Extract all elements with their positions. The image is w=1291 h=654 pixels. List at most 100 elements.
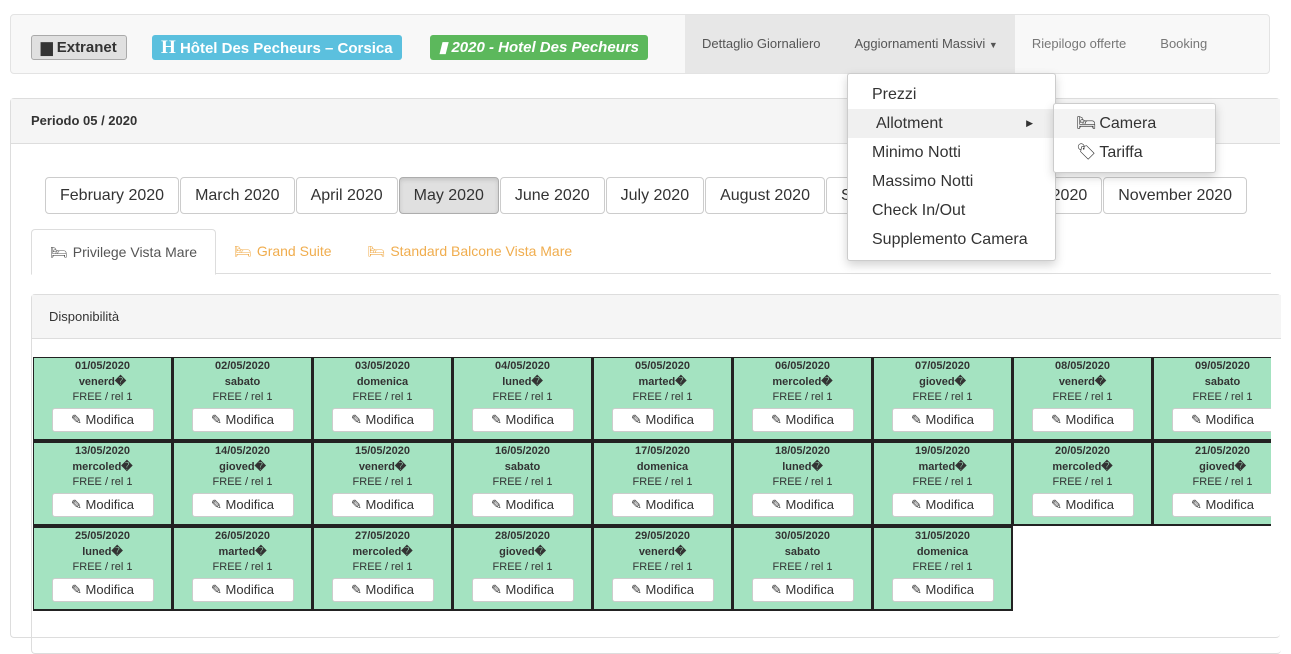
submenu-item-tariffa[interactable]: 🏷 Tariffa	[1054, 138, 1215, 167]
modifica-label: Modifica	[925, 581, 974, 597]
pencil-icon: ✎	[771, 411, 786, 427]
modifica-button[interactable]: ✎ Modifica	[751, 492, 854, 517]
modifica-button[interactable]: ✎ Modifica	[1031, 407, 1134, 432]
modifica-button[interactable]: ✎ Modifica	[331, 577, 434, 602]
day-status: FREE / rel 1	[1192, 476, 1253, 488]
month-button[interactable]: June 2020	[499, 177, 605, 214]
modifica-button[interactable]: ✎ Modifica	[1031, 492, 1134, 517]
pencil-icon: ✎	[911, 496, 926, 512]
nav-riepilogo-offerte[interactable]: Riepilogo offerte	[1015, 15, 1143, 73]
modifica-label: Modifica	[85, 581, 134, 597]
day-status: FREE / rel 1	[352, 561, 413, 573]
day-cell: 25/05/2020 luned� FREE / rel 1 ✎ Modifica	[33, 526, 173, 611]
day-cell: 21/05/2020 gioved� FREE / rel 1 ✎ Modifica	[1152, 441, 1271, 526]
day-name: gioved�	[1199, 460, 1246, 473]
day-status: FREE / rel 1	[492, 476, 553, 488]
pencil-icon: ✎	[771, 496, 786, 512]
menu-item-minimo-notti[interactable]: Minimo Notti	[848, 138, 1055, 167]
modifica-label: Modifica	[225, 581, 274, 597]
aggiornamenti-dropdown: Prezzi Allotment ▶ Minimo Notti Massimo N…	[847, 73, 1056, 261]
day-cell: 17/05/2020 domenica FREE / rel 1 ✎ Modifica	[592, 441, 733, 526]
modifica-button[interactable]: ✎ Modifica	[891, 577, 994, 602]
menu-item-allotment[interactable]: Allotment ▶	[848, 109, 1055, 138]
day-cell: 02/05/2020 sabato FREE / rel 1 ✎ Modifica	[172, 357, 313, 441]
modifica-button[interactable]: ✎ Modifica	[751, 407, 854, 432]
month-button[interactable]: November 2020	[1103, 177, 1248, 214]
modifica-button[interactable]: ✎ Modifica	[611, 407, 714, 432]
bookmark-icon: ▮	[439, 39, 448, 56]
pencil-icon: ✎	[351, 496, 366, 512]
day-date: 01/05/2020	[74, 360, 131, 372]
modifica-button[interactable]: ✎ Modifica	[1171, 407, 1271, 432]
modifica-button[interactable]: ✎ Modifica	[611, 492, 714, 517]
room-tab[interactable]: 🛏 Privilege Vista Mare	[31, 229, 217, 275]
modifica-button[interactable]: ✎ Modifica	[611, 577, 714, 602]
nav-dettaglio-giornaliero[interactable]: Dettaglio Giornaliero	[685, 15, 838, 73]
room-tab[interactable]: 🛏 Standard Balcone Vista Mare	[350, 229, 591, 273]
modifica-button[interactable]: ✎ Modifica	[1171, 492, 1271, 517]
submenu-item-camera[interactable]: 🛏 Camera	[1054, 109, 1215, 138]
day-date: 21/05/2020	[1194, 445, 1251, 457]
monitor-icon: ▆	[41, 39, 53, 56]
month-button[interactable]: May 2020	[398, 177, 499, 214]
modifica-button[interactable]: ✎ Modifica	[471, 492, 574, 517]
day-date: 02/05/2020	[214, 360, 271, 372]
pencil-icon: ✎	[1051, 411, 1066, 427]
day-status: FREE / rel 1	[492, 561, 553, 573]
top-navbar: ▆ Extranet H Hôtel Des Pecheurs – Corsic…	[10, 14, 1270, 74]
day-name: luned�	[782, 460, 823, 473]
day-status: FREE / rel 1	[352, 391, 413, 403]
modifica-button[interactable]: ✎ Modifica	[751, 577, 854, 602]
day-date: 17/05/2020	[634, 445, 691, 457]
grid-row: 25/05/2020 luned� FREE / rel 1 ✎ Modifica 26…	[33, 526, 1271, 612]
month-button[interactable]: August 2020	[705, 177, 825, 214]
day-date: 28/05/2020	[494, 530, 551, 542]
month-button[interactable]: April 2020	[295, 177, 398, 214]
day-cell: 05/05/2020 marted� FREE / rel 1 ✎ Modifica	[592, 357, 733, 441]
modifica-button[interactable]: ✎ Modifica	[891, 492, 994, 517]
day-name: sabato	[784, 545, 821, 558]
day-status: FREE / rel 1	[492, 391, 553, 403]
month-button[interactable]: July 2020	[605, 177, 705, 214]
hotel-badge[interactable]: H Hôtel Des Pecheurs – Corsica	[152, 35, 402, 60]
nav-aggiornamenti-massivi[interactable]: Aggiornamenti Massivi ▼	[837, 15, 1015, 73]
day-status: FREE / rel 1	[772, 561, 833, 573]
month-button[interactable]: February 2020	[45, 177, 180, 214]
modifica-button[interactable]: ✎ Modifica	[51, 407, 154, 432]
modifica-button[interactable]: ✎ Modifica	[471, 407, 574, 432]
month-button[interactable]: March 2020	[180, 177, 295, 214]
modifica-button[interactable]: ✎ Modifica	[191, 492, 294, 517]
modifica-label: Modifica	[645, 581, 694, 597]
season-badge[interactable]: ▮ 2020 - Hotel Des Pecheurs	[430, 35, 649, 60]
day-status: FREE / rel 1	[72, 476, 133, 488]
modifica-button[interactable]: ✎ Modifica	[331, 407, 434, 432]
menu-item-supplemento-camera[interactable]: Supplemento Camera	[848, 225, 1055, 254]
modifica-label: Modifica	[365, 581, 414, 597]
modifica-button[interactable]: ✎ Modifica	[191, 407, 294, 432]
pencil-icon: ✎	[631, 496, 646, 512]
modifica-button[interactable]: ✎ Modifica	[191, 577, 294, 602]
day-name: marted�	[918, 460, 967, 473]
day-cell: 14/05/2020 gioved� FREE / rel 1 ✎ Modifica	[172, 441, 313, 526]
day-date: 13/05/2020	[74, 445, 131, 457]
day-cell: 28/05/2020 gioved� FREE / rel 1 ✎ Modifica	[452, 526, 593, 611]
extranet-button[interactable]: ▆ Extranet	[31, 35, 127, 60]
modifica-button[interactable]: ✎ Modifica	[471, 577, 574, 602]
modifica-label: Modifica	[505, 496, 554, 512]
modifica-button[interactable]: ✎ Modifica	[51, 492, 154, 517]
modifica-button[interactable]: ✎ Modifica	[51, 577, 154, 602]
day-status: FREE / rel 1	[912, 391, 973, 403]
day-date: 04/05/2020	[494, 360, 551, 372]
modifica-button[interactable]: ✎ Modifica	[331, 492, 434, 517]
menu-item-check-in-out[interactable]: Check In/Out	[848, 196, 1055, 225]
modifica-button[interactable]: ✎ Modifica	[891, 407, 994, 432]
nav-booking[interactable]: Booking	[1143, 15, 1224, 73]
modifica-label: Modifica	[785, 496, 834, 512]
day-cell: 26/05/2020 marted� FREE / rel 1 ✎ Modifica	[172, 526, 313, 611]
menu-item-massimo-notti[interactable]: Massimo Notti	[848, 167, 1055, 196]
day-status: FREE / rel 1	[632, 476, 693, 488]
menu-item-prezzi[interactable]: Prezzi	[848, 80, 1055, 109]
day-date: 06/05/2020	[774, 360, 831, 372]
modifica-label: Modifica	[85, 411, 134, 427]
room-tab[interactable]: 🛏 Grand Suite	[216, 229, 350, 273]
